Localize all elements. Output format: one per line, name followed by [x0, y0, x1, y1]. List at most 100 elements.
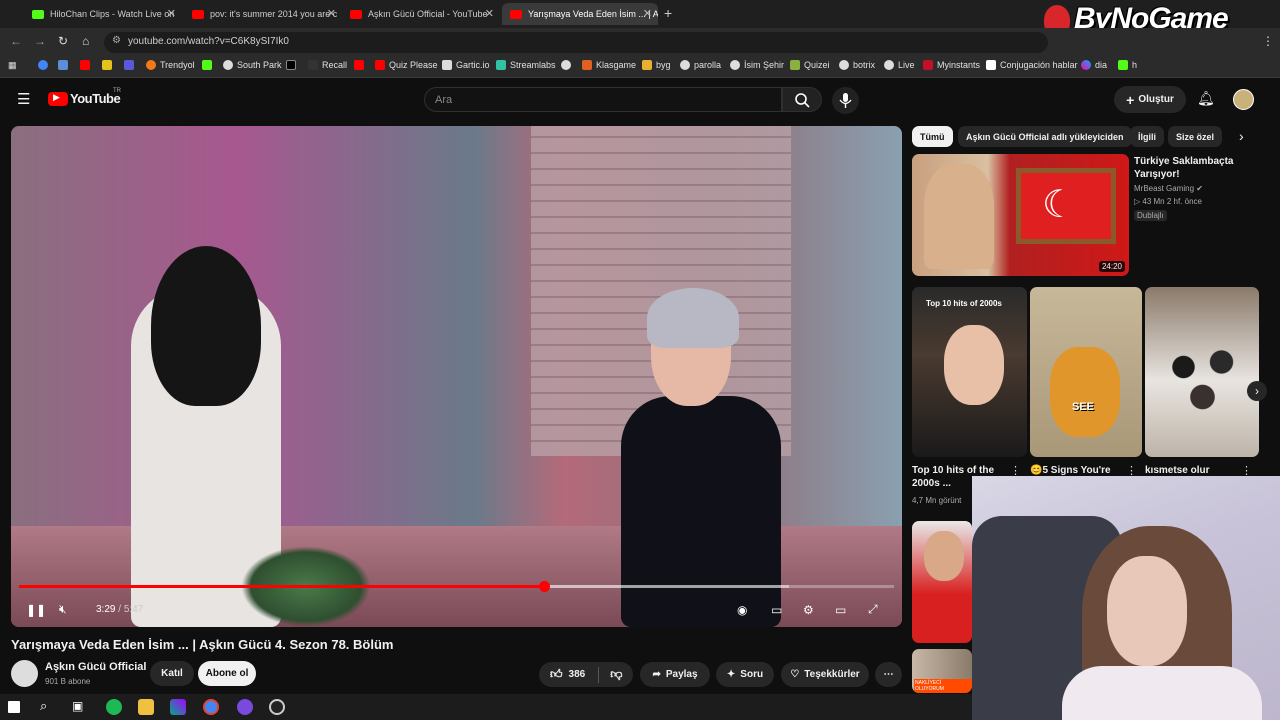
- dislike-button[interactable]: 👎︎: [610, 667, 622, 682]
- bookmark-recall[interactable]: Recall: [308, 60, 347, 70]
- obs-icon[interactable]: [269, 699, 285, 715]
- back-icon[interactable]: ←: [10, 34, 22, 48]
- file-explorer-icon[interactable]: [138, 699, 154, 715]
- channel-name[interactable]: Aşkın Gücü Official: [45, 661, 146, 673]
- chips-next-chevron-icon[interactable]: ›: [1239, 128, 1244, 144]
- app-icon[interactable]: [170, 699, 186, 715]
- bookmark-icon-only[interactable]: [102, 60, 116, 70]
- bookmark-kick-h[interactable]: h: [1118, 60, 1137, 70]
- join-button[interactable]: Katıl: [150, 661, 194, 686]
- bookmark-parolla[interactable]: parolla: [680, 60, 721, 70]
- channel-avatar[interactable]: [11, 660, 38, 687]
- bookmark-icon-only[interactable]: [561, 60, 575, 70]
- subscribe-button[interactable]: Abone ol: [198, 661, 256, 686]
- autoplay-toggle-icon[interactable]: ◉: [737, 603, 747, 617]
- browser-tab[interactable]: Aşkın Gücü Official - YouTube ✕: [342, 3, 500, 25]
- bookmark-icon-only[interactable]: [124, 60, 138, 70]
- site-info-icon[interactable]: ⚙: [112, 35, 121, 46]
- windows-start-icon[interactable]: [8, 701, 20, 713]
- bookmark-streamlabs[interactable]: Streamlabs: [496, 60, 556, 70]
- short-thumbnail[interactable]: Top 10 hits of 2000s: [912, 287, 1027, 457]
- bookmark-isim-sehir[interactable]: İsim Şehir: [730, 60, 784, 70]
- bookmark-conjugacion[interactable]: Conjugación hablar: [986, 60, 1078, 70]
- bookmark-myinstants[interactable]: Myinstants: [923, 60, 980, 70]
- recommended-channel[interactable]: MrBeast Gaming ✔: [1134, 184, 1203, 193]
- task-view-icon[interactable]: ▣: [72, 699, 83, 713]
- short-overlay-text: Top 10 hits of 2000s: [926, 299, 1002, 308]
- bookmark-gartic[interactable]: Gartic.io: [442, 60, 490, 70]
- bookmark-live[interactable]: Live: [884, 60, 915, 70]
- new-tab-icon[interactable]: +: [664, 5, 672, 21]
- browser-tab-active[interactable]: Yarışmaya Veda Eden İsim ... | A ✕: [502, 3, 658, 25]
- bookmark-quizei[interactable]: Quizei: [790, 60, 830, 70]
- pause-icon[interactable]: ❚❚: [26, 603, 46, 617]
- browser-tab[interactable]: pov: it's summer 2014 you are c ✕: [184, 3, 342, 25]
- thanks-button[interactable]: ♡ Teşekkürler: [781, 662, 869, 687]
- ask-button[interactable]: ✦ Soru: [716, 662, 774, 687]
- close-tab-icon[interactable]: ✕: [643, 7, 652, 20]
- bookmark-youtube[interactable]: [354, 60, 368, 70]
- bookmark-google[interactable]: [38, 60, 52, 70]
- discord-icon[interactable]: [237, 699, 253, 715]
- recommended-video-thumbnail[interactable]: NAKLİYECİ OLUYORUM: [912, 649, 972, 693]
- bookmark-kick[interactable]: [202, 60, 216, 70]
- recommended-video-thumbnail[interactable]: ☾ 24:20: [912, 154, 1129, 276]
- bookmark-south-park[interactable]: South Park: [223, 60, 282, 70]
- forward-icon[interactable]: →: [34, 34, 46, 48]
- home-icon[interactable]: ⌂: [82, 34, 89, 48]
- address-bar[interactable]: ⚙ youtube.com/watch?v=C6K8ySI7Ik0: [104, 32, 1048, 53]
- scrubber-handle[interactable]: [539, 581, 550, 592]
- reload-icon[interactable]: ↻: [58, 34, 68, 48]
- bookmark-trendyol[interactable]: Trendyol: [146, 60, 195, 70]
- bookmark-botrix[interactable]: botrix: [839, 60, 875, 70]
- globe-icon: [730, 60, 740, 70]
- search-icon[interactable]: ⌕: [40, 698, 47, 714]
- settings-gear-icon[interactable]: ⚙: [803, 603, 814, 617]
- close-tab-icon[interactable]: ✕: [327, 7, 336, 20]
- bookmark-byg[interactable]: byg: [642, 60, 671, 70]
- voice-search-button[interactable]: [832, 87, 859, 114]
- more-actions-button[interactable]: ⋯: [875, 662, 902, 687]
- chip-for-you[interactable]: Size özel: [1168, 126, 1223, 147]
- recommended-video-thumbnail[interactable]: [912, 521, 972, 643]
- browser-menu-icon[interactable]: ⋮: [1262, 34, 1274, 48]
- theater-mode-icon[interactable]: ▭: [835, 603, 846, 617]
- like-button[interactable]: 👍︎ 386: [550, 667, 585, 682]
- current-time: 3:29: [96, 604, 116, 615]
- bookmark-x[interactable]: [286, 60, 300, 70]
- share-button[interactable]: ➦ Paylaş: [640, 662, 710, 687]
- video-player[interactable]: ❚❚ 🔇︎ 3:29 / 5:47 ◉ ▭ ⚙ ▭ ⤢: [11, 126, 902, 627]
- search-box[interactable]: [424, 87, 782, 112]
- close-tab-icon[interactable]: ✕: [167, 7, 176, 20]
- subtitles-icon[interactable]: ▭: [771, 603, 782, 617]
- search-input[interactable]: [425, 88, 781, 111]
- bookmark-dia[interactable]: dia: [1081, 60, 1107, 70]
- progress-bar[interactable]: [19, 581, 894, 592]
- create-button[interactable]: + Oluştur: [1114, 86, 1186, 113]
- dia-icon: [1081, 60, 1091, 70]
- bookmark-youtube[interactable]: [80, 60, 94, 70]
- search-button[interactable]: [782, 87, 822, 112]
- shorts-next-chevron-icon[interactable]: ›: [1247, 381, 1267, 401]
- notifications-bell-icon[interactable]: 🔔︎: [1197, 90, 1215, 107]
- chrome-icon[interactable]: [203, 699, 219, 715]
- chip-all[interactable]: Tümü: [912, 126, 953, 147]
- short-thumbnail[interactable]: SEE: [1030, 287, 1142, 457]
- bookmark-quiz-please[interactable]: Quiz Please: [375, 60, 438, 70]
- short-thumbnail[interactable]: [1145, 287, 1259, 457]
- mute-icon[interactable]: 🔇︎: [59, 602, 67, 617]
- browser-tab[interactable]: HiloChan Clips - Watch Live on ✕: [24, 3, 182, 25]
- menu-icon[interactable]: ☰: [17, 90, 30, 108]
- apps-icon[interactable]: ▦: [8, 60, 17, 71]
- chip-related[interactable]: İlgili: [1130, 126, 1164, 147]
- fullscreen-icon[interactable]: ⤢: [868, 602, 878, 617]
- tab-label: pov: it's summer 2014 you are c: [210, 9, 338, 19]
- recommended-video-title[interactable]: Türkiye Saklambaçta Yarışıyor!: [1134, 155, 1254, 181]
- spotify-icon[interactable]: [106, 699, 122, 715]
- tab-label: HiloChan Clips - Watch Live on: [50, 9, 175, 19]
- avatar[interactable]: [1233, 89, 1254, 110]
- bookmark-icon-only[interactable]: [58, 60, 72, 70]
- bookmark-klasgame[interactable]: Klasgame: [582, 60, 636, 70]
- close-tab-icon[interactable]: ✕: [485, 7, 494, 20]
- chip-from-uploader[interactable]: Aşkın Gücü Official adlı yükleyiciden: [958, 126, 1132, 147]
